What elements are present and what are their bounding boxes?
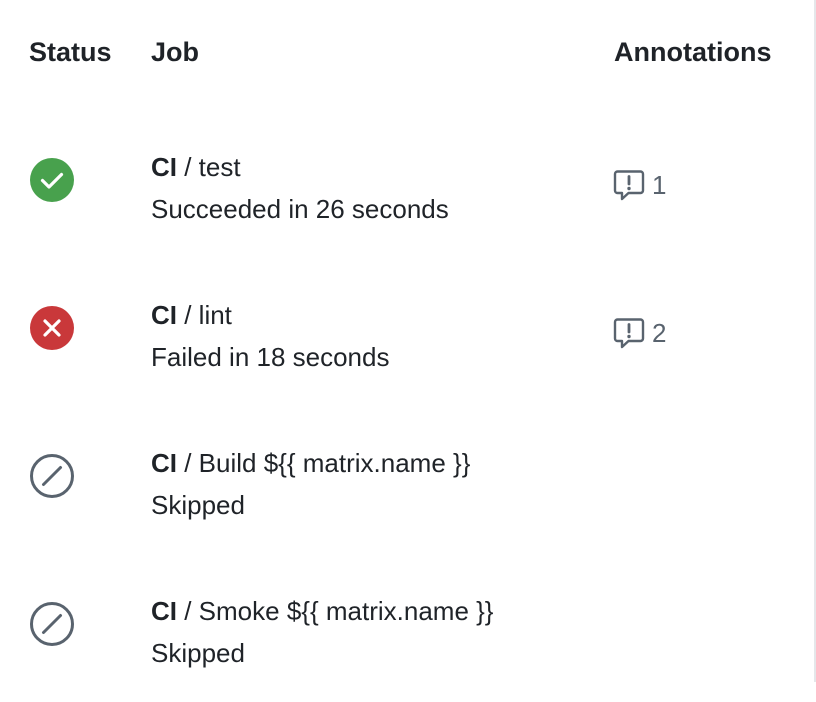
skip-icon [28, 600, 76, 648]
job-separator: / [177, 300, 199, 330]
job-separator: / [177, 448, 199, 478]
column-header-job: Job [151, 37, 200, 67]
job-title-link[interactable]: CI / Build ${{ matrix.name }} [151, 445, 470, 481]
annotations-link[interactable]: 1 [612, 165, 666, 205]
workflow-name: CI [151, 300, 177, 330]
check-circle-icon [28, 156, 76, 204]
table-row[interactable]: CI / lint Failed in 18 seconds 2 [0, 258, 812, 406]
job-status-detail: Skipped [151, 638, 245, 668]
skip-icon [28, 452, 76, 500]
x-circle-icon [28, 304, 76, 352]
table-row[interactable]: CI / Smoke ${{ matrix.name }} Skipped [0, 554, 812, 702]
table-header: Status Job Annotations [0, 0, 812, 104]
annotations-link[interactable]: 2 [612, 313, 666, 353]
annotation-count: 2 [652, 318, 667, 348]
table-row[interactable]: CI / test Succeeded in 26 seconds 1 [0, 110, 812, 258]
workflow-name: CI [151, 448, 177, 478]
job-title-link[interactable]: CI / Smoke ${{ matrix.name }} [151, 593, 494, 629]
job-status-detail: Succeeded in 26 seconds [151, 194, 449, 224]
job-name: Smoke ${{ matrix.name }} [198, 596, 494, 626]
job-separator: / [177, 152, 199, 182]
workflow-name: CI [151, 596, 177, 626]
comment-alert-icon [613, 318, 645, 349]
job-status-detail: Failed in 18 seconds [151, 342, 390, 372]
column-header-status: Status [29, 37, 112, 67]
job-title-link[interactable]: CI / test [151, 149, 241, 185]
job-name: lint [198, 300, 232, 330]
job-name: test [198, 152, 241, 182]
job-name: Build ${{ matrix.name }} [198, 448, 471, 478]
comment-alert-icon [613, 170, 645, 201]
table-row[interactable]: CI / Build ${{ matrix.name }} Skipped [0, 406, 812, 554]
job-title-link[interactable]: CI / lint [151, 297, 232, 333]
column-header-annotations: Annotations [614, 37, 772, 67]
job-separator: / [177, 596, 199, 626]
job-status-detail: Skipped [151, 490, 245, 520]
workflow-name: CI [151, 152, 177, 182]
jobs-table: Status Job Annotations CI / test Succeed… [0, 0, 812, 682]
annotation-count: 1 [652, 170, 667, 200]
